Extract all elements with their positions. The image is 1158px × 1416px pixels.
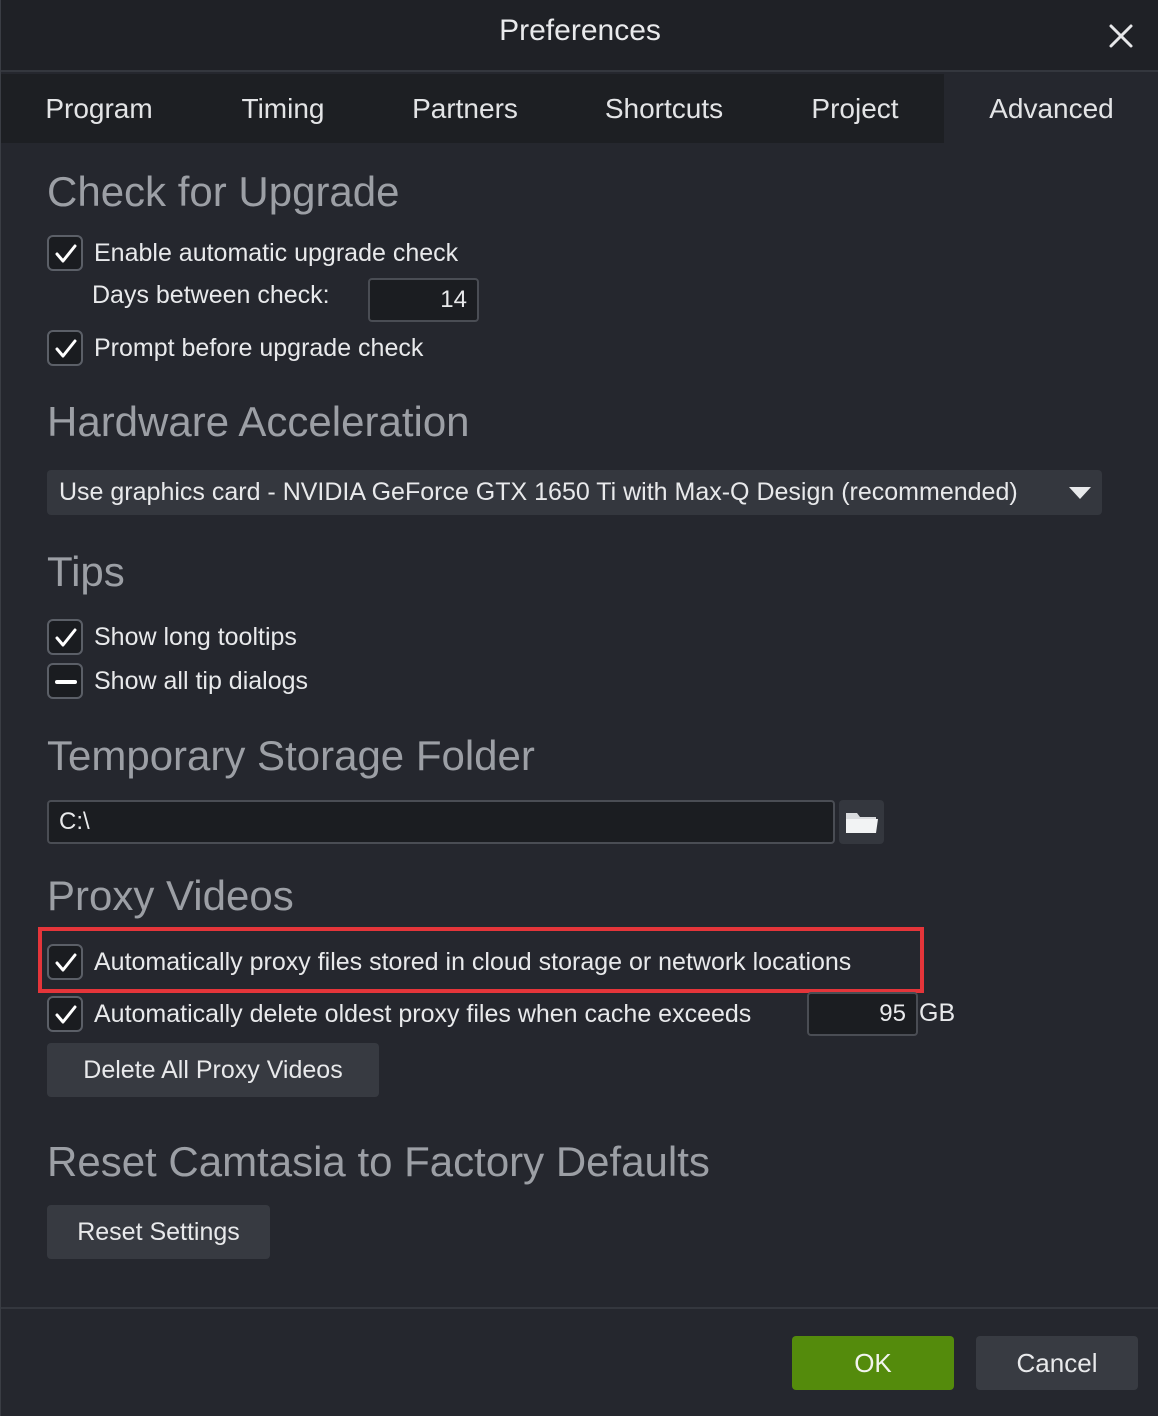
title-bar: Preferences	[1, 0, 1158, 72]
check-icon	[55, 244, 77, 263]
chevron-down-icon	[1069, 487, 1091, 499]
tip-dialogs-label: Show all tip dialogs	[94, 667, 309, 695]
section-title-proxy: Proxy Videos	[47, 872, 294, 919]
auto-upgrade-checkbox[interactable]	[47, 235, 83, 271]
days-between-input[interactable]: 14	[368, 278, 479, 322]
auto-proxy-label: Automatically proxy files stored in clou…	[94, 948, 852, 976]
section-title-reset: Reset Camtasia to Factory Defaults	[47, 1138, 710, 1185]
auto-delete-checkbox[interactable]	[47, 996, 83, 1032]
auto-upgrade-label: Enable automatic upgrade check	[94, 239, 459, 267]
ok-button[interactable]: OK	[792, 1336, 954, 1390]
cache-size-input[interactable]: 95	[807, 992, 918, 1036]
check-icon	[55, 1005, 77, 1024]
section-title-storage: Temporary Storage Folder	[47, 732, 535, 779]
long-tooltips-label: Show long tooltips	[94, 623, 297, 651]
folder-icon	[846, 813, 878, 833]
indeterminate-icon	[55, 680, 77, 684]
check-icon	[55, 953, 77, 972]
close-icon[interactable]	[1101, 16, 1141, 56]
tab-advanced[interactable]: Advanced	[944, 74, 1158, 143]
tip-dialogs-checkbox[interactable]	[47, 663, 83, 699]
reset-settings-button[interactable]: Reset Settings	[47, 1205, 270, 1259]
window-title: Preferences	[499, 14, 661, 47]
cancel-button[interactable]: Cancel	[976, 1336, 1138, 1390]
auto-proxy-checkbox[interactable]	[47, 944, 83, 980]
check-icon	[55, 339, 77, 358]
storage-path-input[interactable]: C:\	[47, 800, 835, 844]
hardware-acceleration-select[interactable]: Use graphics card - NVIDIA GeForce GTX 1…	[47, 470, 1102, 515]
cache-unit-label: GB	[919, 999, 956, 1027]
browse-folder-button[interactable]	[839, 800, 884, 844]
tab-program[interactable]: Program	[1, 74, 197, 143]
long-tooltips-checkbox[interactable]	[47, 619, 83, 655]
footer-divider	[1, 1307, 1158, 1309]
check-icon	[55, 628, 77, 647]
section-title-hardware: Hardware Acceleration	[47, 398, 470, 445]
hardware-selected-value: Use graphics card - NVIDIA GeForce GTX 1…	[59, 478, 1018, 506]
tab-bar: Program Timing Partners Shortcuts Projec…	[1, 74, 1158, 143]
tab-timing[interactable]: Timing	[197, 74, 369, 143]
days-between-label: Days between check:	[92, 281, 330, 309]
section-title-tips: Tips	[47, 548, 125, 595]
auto-delete-label: Automatically delete oldest proxy files …	[94, 1000, 752, 1028]
delete-all-proxy-button[interactable]: Delete All Proxy Videos	[47, 1043, 379, 1097]
prompt-upgrade-label: Prompt before upgrade check	[94, 334, 424, 362]
prompt-upgrade-checkbox[interactable]	[47, 330, 83, 366]
section-title-upgrade: Check for Upgrade	[47, 168, 400, 215]
tab-partners[interactable]: Partners	[369, 74, 561, 143]
preferences-dialog: Preferences Program Timing Partners Shor…	[0, 0, 1158, 1416]
tab-project[interactable]: Project	[767, 74, 943, 143]
tab-shortcuts[interactable]: Shortcuts	[561, 74, 767, 143]
